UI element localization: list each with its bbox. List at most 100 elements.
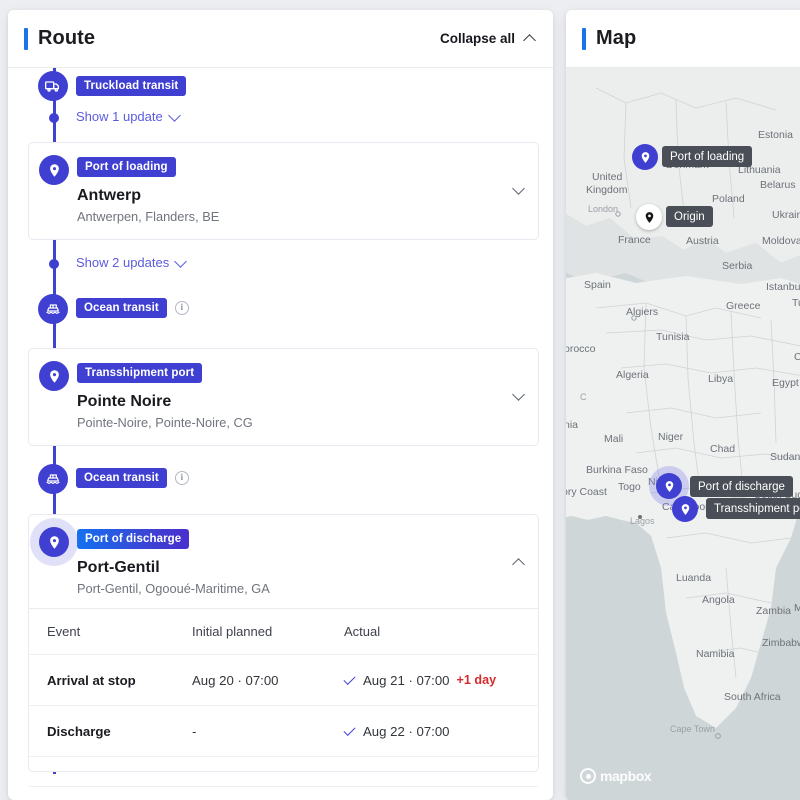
stop-name-pointe-noire: Pointe Noire — [77, 393, 172, 410]
map-label-algiers: Algiers — [626, 306, 658, 318]
table-row: Discharge - Aug 22 · 07:00 — [29, 706, 538, 757]
map-label-transshipment-port: Transshipment port — [706, 498, 800, 519]
title-accent-bar — [582, 27, 586, 50]
column-header-event: Event — [47, 624, 81, 639]
mapbox-mark-icon — [580, 768, 596, 784]
timeline-stop-antwerp: Port of loading Antwerp Antwerpen, Fland… — [8, 142, 553, 246]
map-label-zimbabwe: Zimbabwe — [762, 637, 800, 649]
map-pin-port-of-discharge[interactable] — [656, 473, 682, 499]
timeline-step-ocean-transit-1: Ocean transit i — [8, 290, 553, 348]
map-panel-header: Map — [566, 10, 800, 68]
expand-stop-chevron-antwerp[interactable] — [513, 185, 524, 196]
map-label-ivory-coast: ory Coast — [566, 486, 607, 498]
map-label-estonia: Estonia — [758, 129, 793, 141]
map-label-belarus: Belarus — [760, 179, 796, 191]
timeline-dot — [49, 259, 59, 269]
map-label-morocco: orocco — [566, 343, 596, 355]
table-row-partial — [29, 757, 538, 787]
events-table-header: Event Initial planned Actual — [29, 609, 538, 655]
route-panel-header: Route Collapse all — [8, 10, 553, 68]
map-label-namibia: Namibia — [696, 648, 735, 660]
timeline-stop-pointe-noire: Transshipment port Pointe Noire Pointe-N… — [8, 348, 553, 452]
show-updates-link-2[interactable]: Show 2 updates — [76, 255, 185, 270]
map-label-istanbul: Istanbul — [766, 281, 800, 293]
map-pin-port-of-loading[interactable] — [632, 144, 658, 170]
timeline-step-truckload-transit: Truckload transit — [8, 68, 553, 104]
column-header-actual: Actual — [344, 624, 381, 639]
map-label-c: C — [580, 392, 587, 402]
map-label-luanda: Luanda — [676, 572, 711, 584]
collapse-all-button[interactable]: Collapse all — [440, 31, 535, 46]
map-label-tu: Tu — [792, 297, 800, 309]
map-label-united: United — [592, 171, 623, 183]
truck-icon — [38, 71, 68, 101]
event-planned: Aug 20 · 07:00 — [192, 672, 279, 688]
collapse-stop-chevron-port-gentil[interactable] — [513, 557, 524, 568]
map-label-egypt: Egypt — [772, 377, 799, 389]
map-label-zambia: Zambia — [756, 605, 791, 617]
map-pin-icon-active — [39, 527, 69, 557]
route-title-group: Route — [24, 27, 95, 50]
route-timeline: Truckload transit Show 1 update Port of … — [8, 68, 553, 787]
event-actual: Aug 21 · 07:00 — [363, 672, 450, 688]
stop-card-port-gentil[interactable]: Port of discharge Port-Gentil Port-Genti… — [28, 514, 539, 787]
map-label-serbia: Serbia — [722, 260, 753, 272]
shipment-route-screen: Route Collapse all Truckload transit Sho… — [0, 0, 800, 800]
step-badge-ocean-1[interactable]: Ocean transit — [76, 298, 167, 318]
map-label-france: France — [618, 234, 651, 246]
step-badge-ocean-2[interactable]: Ocean transit — [76, 468, 167, 488]
info-icon[interactable]: i — [174, 301, 189, 315]
timeline-stop-port-gentil: Port of discharge Port-Gentil Port-Genti… — [8, 514, 553, 787]
mapbox-label: mapbox — [600, 768, 652, 784]
chevron-down-icon — [175, 258, 185, 268]
event-actual: Aug 22 · 07:00 — [363, 723, 450, 739]
map-geometry: Estonia Denmark Lithuania United Kingdom… — [566, 68, 800, 800]
stop-location-pointe-noire: Pointe-Noire, Pointe-Noire, CG — [77, 415, 253, 430]
stop-card-antwerp[interactable]: Port of loading Antwerp Antwerpen, Fland… — [28, 142, 539, 240]
mapbox-attribution[interactable]: mapbox — [580, 768, 652, 784]
map-label-south-africa: South Africa — [724, 691, 781, 703]
check-icon — [344, 727, 356, 736]
show-updates-link-1[interactable]: Show 1 update — [76, 109, 179, 124]
map-canvas[interactable]: Estonia Denmark Lithuania United Kingdom… — [566, 68, 800, 800]
chevron-down-icon — [169, 112, 179, 122]
stop-card-pointe-noire[interactable]: Transshipment port Pointe Noire Pointe-N… — [28, 348, 539, 446]
map-label-spain: Spain — [584, 279, 611, 291]
map-label-port-of-loading: Port of loading — [662, 146, 753, 167]
timeline-dot — [49, 113, 59, 123]
stop-name-port-gentil: Port-Gentil — [77, 559, 160, 576]
map-panel: Map Estonia Lithuania United Kingdom Bel… — [566, 10, 800, 800]
map-pin-origin[interactable] — [636, 204, 662, 230]
show-updates-label-2: Show 2 updates — [76, 255, 170, 270]
stop-location-port-gentil: Port-Gentil, Ogooué-Maritime, GA — [77, 581, 270, 596]
map-label-london: London — [588, 204, 618, 214]
stop-location-antwerp: Antwerpen, Flanders, BE — [77, 209, 220, 224]
map-pin-transshipment-port[interactable] — [672, 496, 698, 522]
map-label-moldova: Moldova — [762, 235, 800, 247]
stop-name-antwerp: Antwerp — [77, 187, 141, 204]
map-label-austria: Austria — [686, 235, 719, 247]
step-badge[interactable]: Truckload transit — [76, 76, 187, 96]
expand-stop-chevron-pointe-noire[interactable] — [513, 391, 524, 402]
map-label-lagos: Lagos — [630, 516, 655, 526]
map-label-ukraine: Ukraine — [772, 209, 800, 221]
ship-icon — [38, 294, 68, 324]
map-label-nia: nia — [566, 419, 578, 431]
map-label-port-of-discharge: Port of discharge — [690, 476, 793, 497]
map-label-origin: Origin — [666, 206, 713, 227]
map-pin-icon — [39, 361, 69, 391]
event-planned: - — [192, 723, 197, 739]
column-header-initial-planned: Initial planned — [192, 624, 273, 639]
stop-badge-port-gentil: Port of discharge — [77, 529, 190, 549]
chevron-up-icon — [524, 33, 535, 44]
map-label-ca: Ca — [794, 351, 800, 363]
map-label-poland: Poland — [712, 193, 745, 205]
map-label-algeria: Algeria — [616, 369, 649, 381]
map-pin-icon — [39, 155, 69, 185]
map-label-sudan: Sudan — [770, 451, 800, 463]
info-icon[interactable]: i — [174, 471, 189, 485]
map-label-tunisia: Tunisia — [656, 331, 690, 343]
map-label-burkina-faso: Burkina Faso — [586, 464, 648, 476]
route-panel: Route Collapse all Truckload transit Sho… — [8, 10, 553, 800]
map-label-niger: Niger — [658, 431, 684, 443]
